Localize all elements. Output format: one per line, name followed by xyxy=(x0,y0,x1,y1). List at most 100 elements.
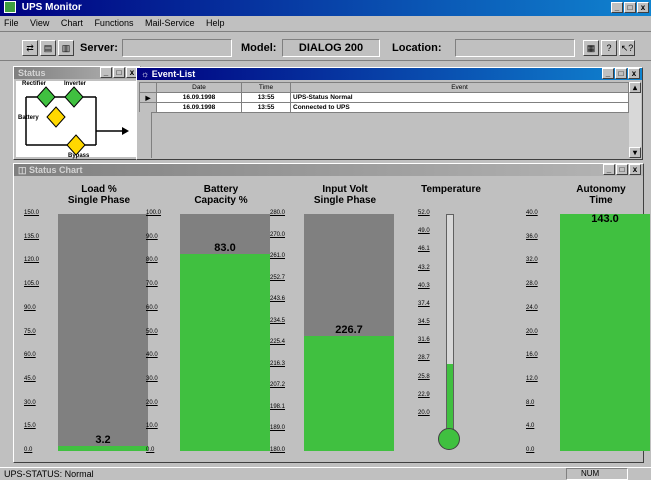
axis-tick-label: 34.5 xyxy=(418,319,430,326)
gauge-fill xyxy=(304,335,394,451)
status-maximize-button[interactable]: □ xyxy=(113,67,125,78)
event-date: 16.09.1998 xyxy=(156,92,242,103)
event-minimize-button[interactable]: _ xyxy=(602,68,614,79)
axis-tick-label: 28.0 xyxy=(526,281,538,288)
event-scrollbar[interactable]: ▴ ▾ xyxy=(629,82,641,158)
gauge-fill xyxy=(560,214,650,451)
question-icon[interactable]: ? xyxy=(601,40,617,56)
event-close-button[interactable]: x xyxy=(628,68,640,79)
axis-tick-label: 32.0 xyxy=(526,257,538,264)
settings-icon[interactable]: ▦ xyxy=(583,40,599,56)
chart-close-button[interactable]: x xyxy=(629,164,641,175)
axis-tick-label: 40.3 xyxy=(418,282,430,289)
location-label: Location: xyxy=(392,42,442,54)
status-window: Status _ □ x Rectifier Inverter Battery … xyxy=(13,66,141,160)
gauge-value: 226.7 xyxy=(335,323,363,336)
connect-icon[interactable]: ⇄ xyxy=(22,40,38,56)
server-field[interactable] xyxy=(122,39,232,57)
thermometer-bulb xyxy=(438,428,460,450)
axis-tick-label: 280.0 xyxy=(270,210,286,216)
axis-tick-label: 100.0 xyxy=(146,210,162,216)
status-diagram: Rectifier Inverter Battery Bypass xyxy=(16,81,138,159)
event-maximize-button[interactable]: □ xyxy=(615,68,627,79)
axis-tick-label: 20.0 xyxy=(526,328,538,335)
context-help-icon[interactable]: ↖? xyxy=(619,40,635,56)
chart-icon[interactable]: ▥ xyxy=(58,40,74,56)
axis-tick-label: 10.0 xyxy=(146,423,158,430)
menu-functions[interactable]: Functions xyxy=(94,18,133,28)
gauge-column: Input Volt Single Phase 226.7 280.0 270.0 261… xyxy=(260,178,394,462)
close-button[interactable]: x xyxy=(637,2,649,13)
location-field[interactable] xyxy=(455,39,575,57)
column-event[interactable]: Event xyxy=(290,82,629,93)
axis-tick-label: 207.2 xyxy=(270,382,286,389)
print-icon[interactable]: ▤ xyxy=(40,40,56,56)
column-date[interactable]: Date xyxy=(156,82,242,93)
axis-tick-label: 50.0 xyxy=(146,328,158,335)
gauge-title: Input Volt Single Phase xyxy=(290,184,400,206)
menu-view[interactable]: View xyxy=(30,18,49,28)
axis-tick-label: 45.0 xyxy=(24,375,36,382)
app-icon xyxy=(4,1,16,14)
status-chart-icon: ◫ xyxy=(18,165,30,175)
axis-tick-label: 52.0 xyxy=(418,210,430,216)
num-lock-indicator: NUM xyxy=(566,468,628,480)
ups-flow-diagram xyxy=(25,86,129,156)
axis-tick-label: 90.0 xyxy=(24,304,36,311)
scroll-down-icon[interactable]: ▾ xyxy=(629,147,641,158)
axis-tick-label: 28.7 xyxy=(418,355,430,362)
axis-tick-label: 0.0 xyxy=(24,447,33,453)
menu-chart[interactable]: Chart xyxy=(61,18,83,28)
menu-help[interactable]: Help xyxy=(206,18,225,28)
axis-tick-label: 36.0 xyxy=(526,233,538,240)
event-text: Connected to UPS xyxy=(290,102,629,113)
axis-tick-label: 75.0 xyxy=(24,328,36,335)
scroll-up-icon[interactable]: ▴ xyxy=(629,82,641,93)
event-table: Date Time Event ▶ 16.09.1998 13:55 UPS-S… xyxy=(139,82,629,113)
axis-tick-label: 189.0 xyxy=(270,425,286,432)
chart-minimize-button[interactable]: _ xyxy=(603,164,615,175)
axis-tick-label: 22.9 xyxy=(418,391,430,398)
event-time: 13:55 xyxy=(241,102,291,113)
table-row[interactable]: 16.09.1998 13:55 Connected to UPS xyxy=(139,102,629,113)
axis-tick-label: 20.0 xyxy=(418,410,430,416)
axis-tick-label: 120.0 xyxy=(24,257,40,264)
gauge-title-line2: Single Phase xyxy=(313,195,377,206)
menu-file[interactable]: File xyxy=(4,18,19,28)
axis-tick-label: 105.0 xyxy=(24,281,40,288)
table-row[interactable]: ▶ 16.09.1998 13:55 UPS-Status Normal xyxy=(139,92,629,103)
minimize-button[interactable]: _ xyxy=(611,2,623,13)
gauge-fill xyxy=(58,446,148,451)
column-time[interactable]: Time xyxy=(241,82,291,93)
axis-tick-label: 46.1 xyxy=(418,246,430,253)
axis-tick-label: 4.0 xyxy=(526,423,535,430)
maximize-button[interactable]: □ xyxy=(624,2,636,13)
gauge-area: Load % Single Phase 3.2 150.0 135.0 120.0 105.… xyxy=(14,178,650,462)
menu-mail-service[interactable]: Mail-Service xyxy=(145,18,195,28)
axis-tick-label: 0.0 xyxy=(146,447,155,453)
gauge-bar: 226.7 xyxy=(304,214,394,451)
event-table-header: Date Time Event xyxy=(139,82,629,93)
axis-tick-label: 49.0 xyxy=(418,228,430,235)
axis-tick-label: 31.6 xyxy=(418,337,430,344)
gauge-value: 3.2 xyxy=(95,434,111,447)
axis-tick-label: 0.0 xyxy=(526,447,535,453)
event-table-area: Date Time Event ▶ 16.09.1998 13:55 UPS-S… xyxy=(139,82,629,158)
model-label: Model: xyxy=(241,42,277,54)
status-window-title: Status xyxy=(18,68,46,78)
status-bar: UPS-STATUS: Normal NUM xyxy=(0,467,651,480)
axis-tick-label: 25.8 xyxy=(418,373,430,380)
axis-tick-label: 8.0 xyxy=(526,399,535,406)
status-chart-titlebar: ◫ Status Chart _ □ x xyxy=(14,164,643,176)
gauge-title-line1: Input Volt xyxy=(322,184,368,195)
gauge-fill xyxy=(180,254,270,451)
chart-maximize-button[interactable]: □ xyxy=(616,164,628,175)
row-pointer-icon: ▶ xyxy=(139,92,157,103)
status-minimize-button[interactable]: _ xyxy=(100,67,112,78)
gauge-title: Autonomy Time xyxy=(546,184,651,206)
axis-tick-label: 15.0 xyxy=(24,423,36,430)
axis-tick-label: 37.4 xyxy=(418,300,430,307)
axis-tick-label: 180.0 xyxy=(270,447,286,453)
axis-tick-label: 24.0 xyxy=(526,304,538,311)
gauge-bar: 143.0 xyxy=(560,213,650,451)
